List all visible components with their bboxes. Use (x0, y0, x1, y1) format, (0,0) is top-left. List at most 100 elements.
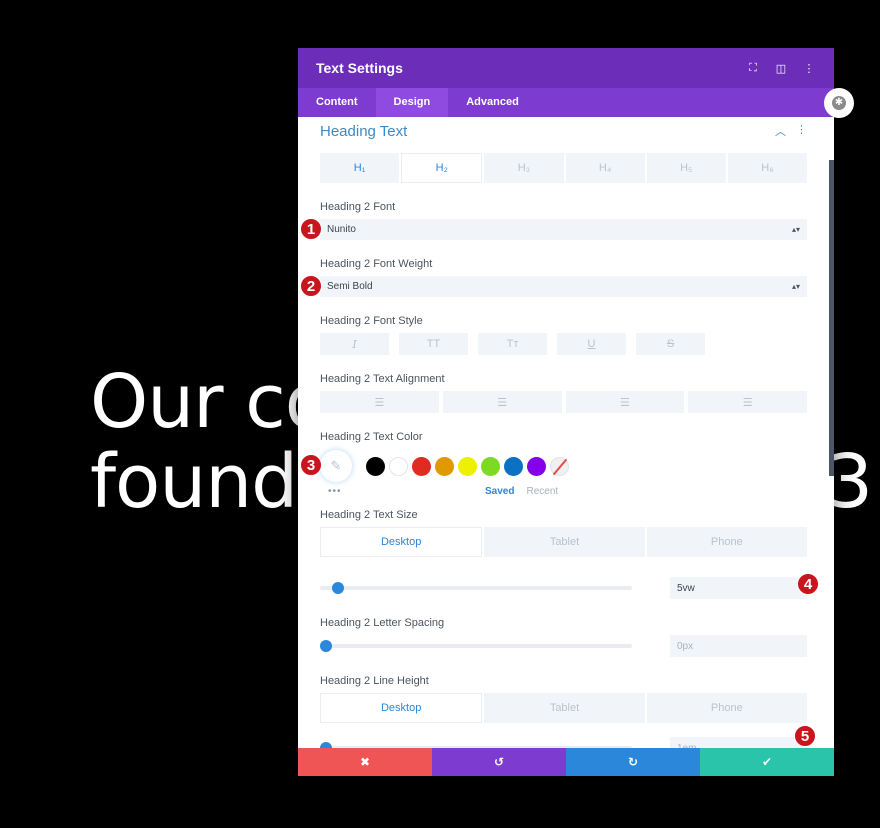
background-heading: Our co found (90, 362, 330, 525)
device-tab-phone[interactable]: Phone (646, 527, 807, 557)
align-center-icon: ☰ (497, 396, 508, 409)
settings-body: Heading Text ︿ ⋮ H₁ H₂ H₃ H₄ H₅ H₆ Headi… (298, 117, 834, 748)
redo-icon: ↻ (627, 755, 639, 769)
font-select[interactable]: Nunito ▴▾ (320, 219, 807, 240)
section-header[interactable]: Heading Text ︿ ⋮ (320, 117, 807, 145)
italic-button[interactable]: I (320, 333, 389, 355)
undo-button[interactable]: ↺ (432, 748, 566, 776)
color-picker-button[interactable]: ✎ (320, 450, 352, 482)
capitalize-icon: Tт (506, 338, 519, 350)
text-size-slider[interactable] (320, 582, 632, 594)
chevron-up-icon[interactable]: ︿ (775, 123, 786, 139)
align-justify-button[interactable]: ☰ (688, 391, 807, 413)
letter-spacing-input[interactable]: 0px (670, 635, 807, 657)
font-value: Nunito (327, 224, 356, 235)
align-left-icon: ☰ (374, 396, 385, 409)
heading-tab-h1[interactable]: H₁ (320, 153, 400, 183)
strikethrough-icon: S (666, 338, 675, 350)
letter-spacing-slider[interactable] (320, 640, 632, 652)
align-left-button[interactable]: ☰ (320, 391, 439, 413)
device-tab-tablet[interactable]: Tablet (484, 527, 645, 557)
font-weight-value: Semi Bold (327, 281, 373, 292)
section-title: Heading Text (320, 122, 408, 140)
align-right-button[interactable]: ☰ (565, 391, 685, 413)
swatch-orange[interactable] (435, 456, 454, 476)
underline-icon: U (587, 338, 596, 350)
italic-icon: I (352, 337, 357, 351)
eyedropper-icon: ✎ (330, 458, 342, 473)
swatch-green[interactable] (481, 456, 500, 476)
modal-title: Text Settings (316, 60, 403, 76)
text-size-input[interactable]: 5vw (670, 577, 807, 599)
close-icon: ✖ (359, 755, 371, 769)
gear-icon: ✱ (832, 96, 846, 110)
heading-tab-h2[interactable]: H₂ (401, 153, 483, 183)
heading-tab-h5[interactable]: H₅ (646, 153, 726, 183)
device-tab-desktop[interactable]: Desktop (320, 527, 483, 557)
line-height-input[interactable]: 1em (670, 737, 807, 748)
swatch-black[interactable] (366, 456, 385, 476)
save-button[interactable]: ✔ (700, 748, 834, 776)
split-view-icon[interactable]: ◫ (774, 62, 788, 75)
text-alignment-label: Heading 2 Text Alignment (320, 373, 445, 385)
font-style-buttons: I TT Tт U S (320, 333, 807, 355)
annotation-badge-5: 5 (794, 725, 816, 747)
device-tab-phone[interactable]: Phone (646, 693, 807, 723)
annotation-badge-1: 1 (300, 218, 322, 240)
check-icon: ✔ (761, 755, 773, 769)
font-weight-label: Heading 2 Font Weight (320, 258, 433, 270)
device-tab-desktop[interactable]: Desktop (320, 693, 483, 723)
annotation-badge-3: 3 (300, 454, 322, 476)
heading-tab-h4[interactable]: H₄ (565, 153, 645, 183)
swatch-red[interactable] (412, 456, 431, 476)
font-style-label: Heading 2 Font Style (320, 315, 423, 327)
swatch-none[interactable] (550, 456, 569, 476)
heading-tab-h3[interactable]: H₃ (484, 153, 564, 183)
annotation-badge-4: 4 (797, 573, 819, 595)
swatch-white[interactable] (389, 456, 408, 476)
text-size-label: Heading 2 Text Size (320, 509, 418, 521)
device-tab-tablet[interactable]: Tablet (484, 693, 645, 723)
text-size-device-tabs: Desktop Tablet Phone (320, 527, 807, 557)
heading-tab-h6[interactable]: H₆ (727, 153, 808, 183)
more-vertical-icon[interactable]: ⋮ (796, 123, 807, 139)
cancel-button[interactable]: ✖ (298, 748, 432, 776)
font-weight-select[interactable]: Semi Bold ▴▾ (320, 276, 807, 297)
floating-settings-button[interactable]: ✱ (824, 88, 854, 118)
modal-header: Text Settings ⛶ ◫ ⋮ (298, 48, 834, 88)
align-center-button[interactable]: ☰ (442, 391, 562, 413)
text-size-control: 5vw (320, 577, 807, 599)
color-footer: ••• Saved Recent (320, 483, 807, 499)
modal-scrollbar[interactable] (829, 160, 834, 476)
swatch-blue[interactable] (504, 456, 523, 476)
tab-advanced[interactable]: Advanced (448, 88, 537, 117)
line-height-label: Heading 2 Line Height (320, 675, 429, 687)
font-label: Heading 2 Font (320, 201, 396, 213)
align-justify-icon: ☰ (742, 396, 753, 409)
modal-tabs: Content Design Advanced (298, 88, 834, 117)
tab-content[interactable]: Content (298, 88, 376, 117)
annotation-badge-2: 2 (300, 275, 322, 297)
swatch-purple[interactable] (527, 456, 546, 476)
slider-thumb[interactable] (320, 640, 332, 652)
slider-thumb[interactable] (332, 582, 344, 594)
page: Our co found 3 Text Settings ⛶ ◫ ⋮ Conte… (0, 0, 880, 828)
recent-colors-tab[interactable]: Recent (526, 486, 558, 497)
uppercase-button[interactable]: TT (399, 333, 468, 355)
capitalize-button[interactable]: Tт (478, 333, 547, 355)
more-vertical-icon[interactable]: ⋮ (802, 62, 816, 75)
text-settings-modal: Text Settings ⛶ ◫ ⋮ Content Design Advan… (298, 48, 834, 776)
swatch-yellow[interactable] (458, 456, 477, 476)
more-colors-button[interactable]: ••• (320, 486, 350, 497)
tab-design[interactable]: Design (375, 88, 449, 117)
letter-spacing-label: Heading 2 Letter Spacing (320, 617, 445, 629)
undo-icon: ↺ (493, 755, 505, 769)
background-heading-line2: found (90, 439, 298, 525)
letter-spacing-control: 0px (320, 635, 807, 657)
saved-colors-tab[interactable]: Saved (485, 486, 514, 497)
underline-button[interactable]: U (557, 333, 626, 355)
expand-icon[interactable]: ⛶ (746, 62, 760, 75)
redo-button[interactable]: ↻ (566, 748, 700, 776)
strikethrough-button[interactable]: S (636, 333, 705, 355)
uppercase-icon: TT (426, 338, 441, 350)
